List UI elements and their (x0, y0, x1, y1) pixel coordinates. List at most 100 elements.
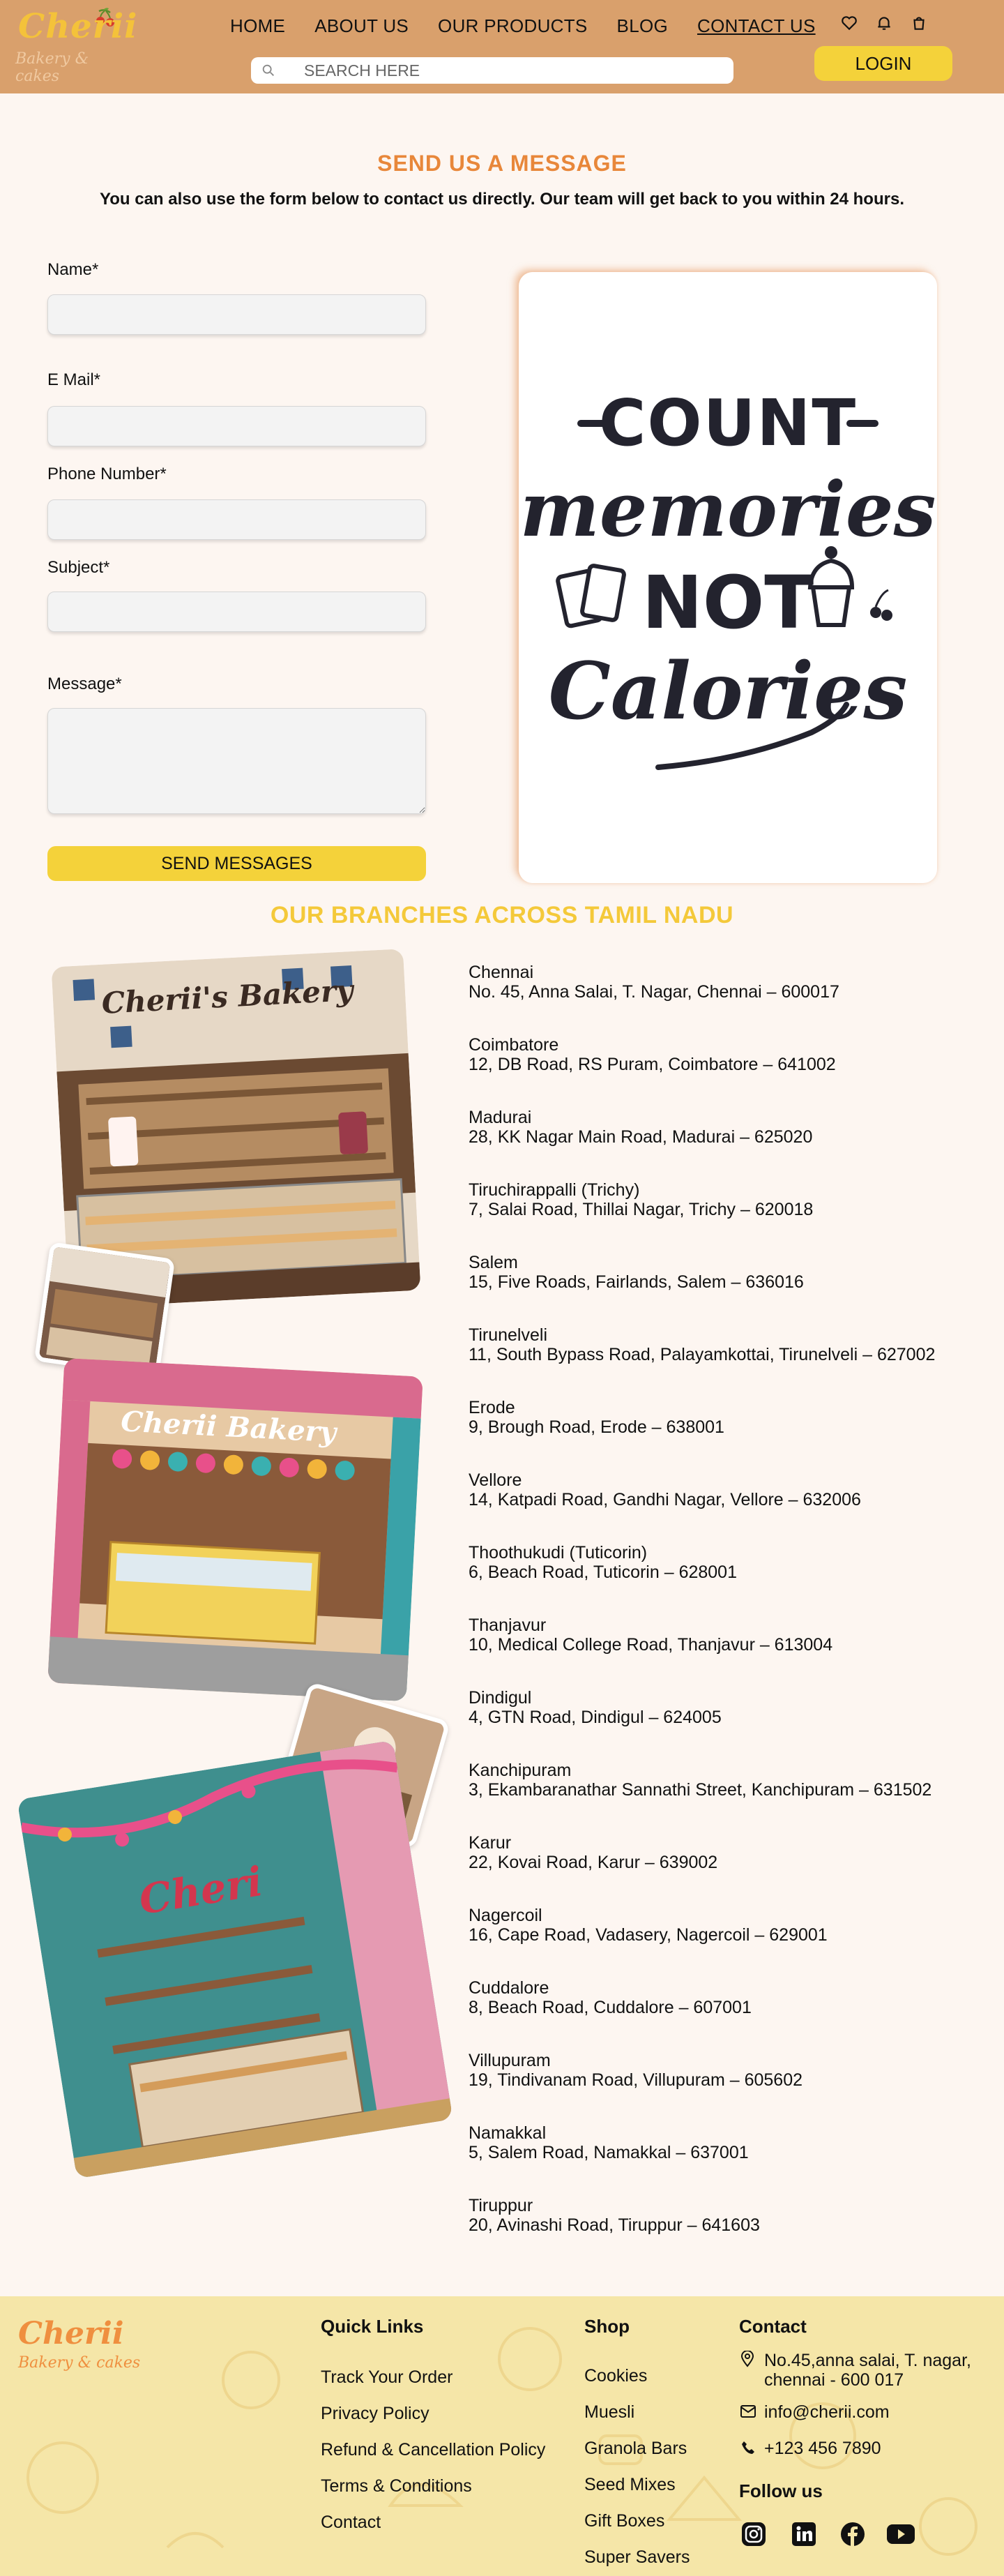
branch-address: 22, Kovai Road, Karur – 639002 (469, 1853, 718, 1872)
shop-link-muesli[interactable]: Muesli (584, 2402, 634, 2423)
address-line-2: chennai - 600 017 (764, 2370, 904, 2390)
quote-illustration: COUNT memories NOT Calories (520, 386, 936, 770)
branch-item: Thanjavur 10, Medical College Road, Thanj… (469, 1615, 832, 1655)
heart-icon[interactable] (840, 14, 858, 32)
search-bar (251, 57, 733, 84)
bakery-photo-3: Cheri (17, 1740, 453, 2179)
shop-title: Shop (584, 2316, 630, 2337)
address-line-1: No.45,anna salai, T. nagar, (764, 2351, 971, 2370)
branch-item: Tiruppur 20, Avinashi Road, Tiruppur – 64… (469, 2196, 760, 2235)
branch-city: Karur (469, 1833, 512, 1853)
login-button[interactable]: LOGIN (814, 46, 952, 81)
quote-card: COUNT memories NOT Calories (519, 272, 937, 883)
link-refund-policy[interactable]: Refund & Cancellation Policy (321, 2440, 545, 2460)
branch-city: Cuddalore (469, 1978, 549, 1998)
quote-line-memories: memories (520, 466, 936, 554)
message-field[interactable] (47, 708, 426, 814)
subject-field[interactable] (47, 592, 426, 632)
location-pin-icon (740, 2351, 754, 2367)
footer-email[interactable]: info@cherii.com (764, 2402, 890, 2423)
nav-home[interactable]: HOME (230, 15, 285, 37)
branch-item: Nagercoil 16, Cape Road, Vadasery, Nagerc… (469, 1906, 828, 1945)
subject-label: Subject* (47, 558, 110, 577)
search-input[interactable] (304, 61, 694, 80)
link-track-order[interactable]: Track Your Order (321, 2367, 452, 2388)
branch-address: 7, Salai Road, Thillai Nagar, Trichy – 6… (469, 1200, 814, 1219)
name-label: Name* (47, 260, 99, 279)
bell-icon[interactable] (875, 14, 893, 32)
nav-our-products[interactable]: OUR PRODUCTS (438, 15, 588, 37)
search-icon[interactable] (261, 63, 276, 78)
branch-city: Tiruchirappalli (Trichy) (469, 1180, 640, 1200)
branch-city: Madurai (469, 1108, 532, 1127)
branch-item: Namakkal 5, Salem Road, Namakkal – 637001 (469, 2123, 749, 2162)
shop-link-seed-mixes[interactable]: Seed Mixes (584, 2475, 676, 2495)
branch-city: Thanjavur (469, 1615, 547, 1635)
shop-link-gift-boxes[interactable]: Gift Boxes (584, 2511, 664, 2531)
facebook-icon[interactable] (839, 2521, 866, 2547)
branch-city: Vellore (469, 1470, 522, 1490)
branch-address: 4, GTN Road, Dindigul – 624005 (469, 1708, 722, 1727)
branch-item: Madurai 28, KK Nagar Main Road, Madurai –… (469, 1108, 812, 1147)
playing-cards-icon (556, 564, 626, 628)
branch-city: Coimbatore (469, 1035, 559, 1055)
main-nav: HOME ABOUT US OUR PRODUCTS BLOG CONTACT … (230, 15, 816, 37)
branch-address: 9, Brough Road, Erode – 638001 (469, 1417, 724, 1437)
name-field[interactable] (47, 294, 426, 335)
footer-address: No.45,anna salai, T. nagar, chennai - 60… (764, 2351, 971, 2390)
branch-item: Chennai No. 45, Anna Salai, T. Nagar, Che… (469, 963, 839, 1002)
header-icons (840, 14, 928, 32)
branch-city: Namakkal (469, 2123, 547, 2143)
branch-item: Thoothukudi (Tuticorin) 6, Beach Road, Tu… (469, 1543, 737, 1582)
send-message-button[interactable]: SEND MESSAGES (47, 846, 426, 881)
youtube-icon[interactable] (885, 2521, 916, 2547)
link-terms[interactable]: Terms & Conditions (321, 2476, 472, 2496)
follow-us-title: Follow us (739, 2480, 823, 2501)
footer-logo[interactable]: Cherii Bakery & cakes (18, 2316, 140, 2372)
nav-about-us[interactable]: ABOUT US (314, 15, 409, 37)
email-field[interactable] (47, 406, 426, 446)
cupcake-icon (807, 546, 892, 627)
branch-item: Dindigul 4, GTN Road, Dindigul – 624005 (469, 1688, 722, 1727)
brand-tagline: Bakery & cakes (15, 50, 89, 85)
branch-item: Kanchipuram 3, Ekambaranathar Sannathi St… (469, 1761, 931, 1800)
branch-address: 10, Medical College Road, Thanjavur – 61… (469, 1635, 833, 1655)
branch-address: 8, Beach Road, Cuddalore – 607001 (469, 1998, 752, 2017)
phone-field[interactable] (47, 499, 426, 540)
shop-link-super-savers[interactable]: Super Savers (584, 2547, 690, 2568)
linkedin-icon[interactable] (791, 2521, 817, 2547)
brand-logo[interactable]: Cherii Bakery & cakes (15, 7, 138, 85)
branch-address: 20, Avinashi Road, Tiruppur – 641603 (469, 2215, 760, 2235)
branch-city: Salem (469, 1253, 518, 1272)
branch-item: Erode 9, Brough Road, Erode – 638001 (469, 1398, 724, 1437)
brand-name: Cherii (18, 7, 138, 46)
branch-address: 5, Salem Road, Namakkal – 637001 (469, 2143, 749, 2162)
quote-line-not: NOT (642, 560, 814, 645)
branch-address: 19, Tindivanam Road, Villupuram – 605602 (469, 2070, 803, 2090)
footer-phone[interactable]: +123 456 7890 (764, 2439, 881, 2459)
branch-item: Coimbatore 12, DB Road, RS Puram, Coimbat… (469, 1035, 836, 1074)
instagram-icon[interactable] (740, 2521, 767, 2547)
branch-item: Tiruchirappalli (Trichy) 7, Salai Road, T… (469, 1180, 813, 1219)
footer-brand-tagline: Bakery & cakes (18, 2354, 141, 2372)
contact-title: SEND US A MESSAGE (377, 151, 627, 176)
shop-link-granola-bars[interactable]: Granola Bars (584, 2439, 687, 2459)
contact-subtitle: You can also use the form below to conta… (100, 190, 904, 209)
shop-link-cookies[interactable]: Cookies (584, 2366, 647, 2386)
branch-address: 16, Cape Road, Vadasery, Nagercoil – 629… (469, 1925, 828, 1945)
branch-item: Villupuram 19, Tindivanam Road, Villupura… (469, 2051, 803, 2090)
nav-contact-us[interactable]: CONTACT US (697, 15, 816, 37)
nav-blog[interactable]: BLOG (617, 15, 668, 37)
cart-icon[interactable] (910, 14, 928, 32)
branch-address: 3, Ekambaranathar Sannathi Street, Kanch… (469, 1780, 932, 1800)
branch-item: Vellore 14, Katpadi Road, Gandhi Nagar, V… (469, 1470, 861, 1509)
branch-city: Thoothukudi (Tuticorin) (469, 1543, 648, 1562)
link-contact[interactable]: Contact (321, 2513, 381, 2533)
mail-icon (740, 2405, 756, 2418)
branch-address: 15, Five Roads, Fairlands, Salem – 63601… (469, 1272, 804, 1292)
phone-label: Phone Number* (47, 465, 167, 483)
link-privacy-policy[interactable]: Privacy Policy (321, 2404, 429, 2424)
branch-address: 28, KK Nagar Main Road, Madurai – 625020 (469, 1127, 813, 1147)
branch-address: No. 45, Anna Salai, T. Nagar, Chennai – … (469, 982, 839, 1002)
branch-city: Chennai (469, 963, 534, 982)
